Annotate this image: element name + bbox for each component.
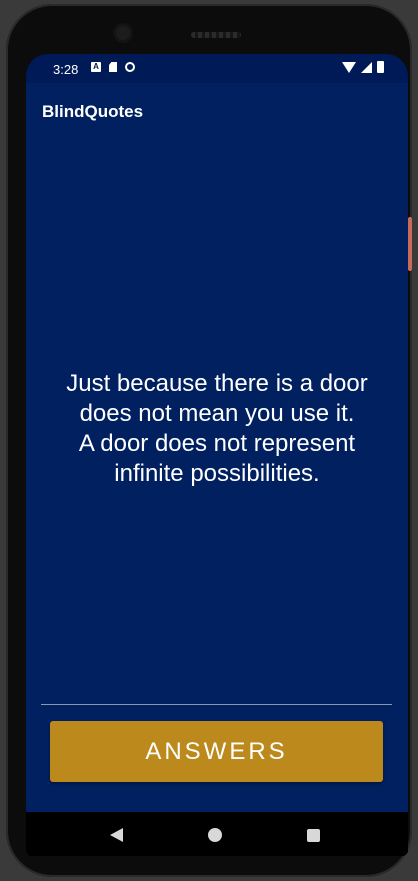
notification-icons: A	[91, 62, 135, 72]
earpiece-speaker	[191, 32, 241, 38]
sd-card-icon	[109, 62, 117, 72]
power-button[interactable]	[408, 217, 412, 271]
answers-button[interactable]: ANSWERS	[50, 721, 383, 782]
front-camera	[116, 26, 130, 40]
screen: 3:28 A BlindQuotes Just because there is…	[26, 54, 408, 856]
sync-icon	[125, 62, 135, 72]
battery-icon	[377, 61, 384, 73]
divider	[41, 704, 392, 705]
quote-text: Just because there is a door does not me…	[66, 370, 368, 487]
signal-icon	[361, 61, 372, 73]
wifi-icon	[342, 61, 356, 73]
system-icons	[342, 61, 384, 73]
recents-icon[interactable]	[307, 829, 320, 842]
phone-frame: 3:28 A BlindQuotes Just because there is…	[6, 4, 412, 877]
a-notification-icon: A	[91, 62, 101, 72]
app-content: BlindQuotes Just because there is a door…	[26, 83, 408, 812]
home-icon[interactable]	[208, 828, 222, 842]
back-icon[interactable]	[110, 828, 123, 842]
status-bar: 3:28 A	[26, 54, 408, 83]
app-title: BlindQuotes	[42, 102, 144, 121]
navigation-bar	[26, 812, 408, 856]
status-time: 3:28	[53, 62, 79, 77]
